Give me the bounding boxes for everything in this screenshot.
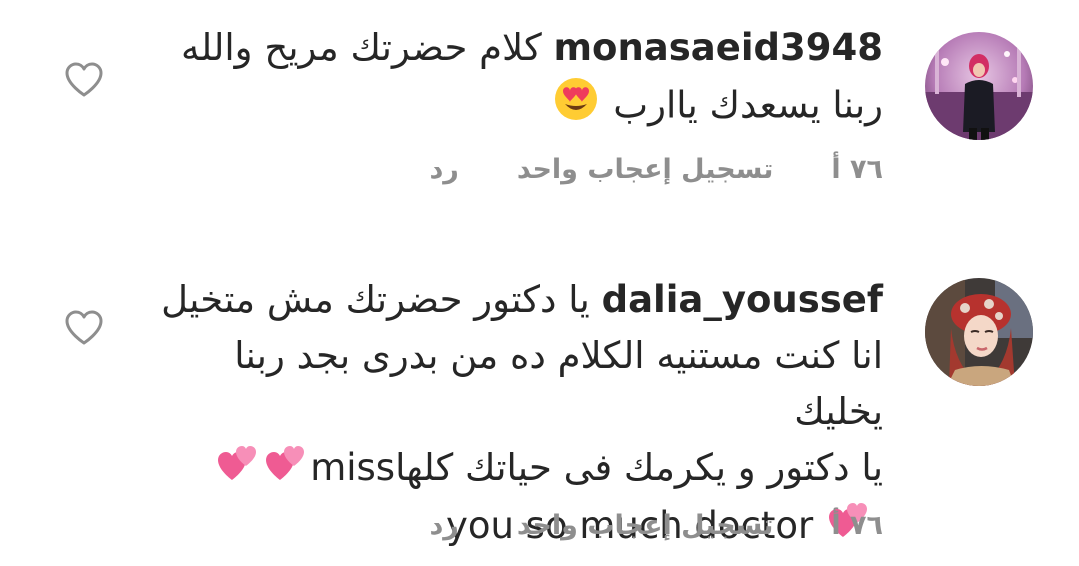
reply-button[interactable]: رد [429,510,458,541]
like-count-link[interactable]: تسجيل إعجاب واحد [517,510,774,541]
comment-time: ٧٦ أ [831,510,883,541]
avatar-image [925,32,1033,140]
comment-username[interactable]: dalia_youssef [602,278,883,321]
comment-username[interactable]: monasaeid3948 [553,26,883,69]
comment-2: dalia_youssef يا دكتور حضرتك مش متخيل ان… [0,262,1079,562]
comment-body: monasaeid3948 كلام حضرتك مريح والله ربنا… [143,20,883,138]
comment-text-line-2: انا كنت مستنيه الكلام ده من بدرى بجد ربن… [234,334,883,433]
heart-outline-icon[interactable] [64,62,104,98]
comment-text-line-3: يا دكتور و يكرمك فى حياتك كلها [395,446,883,489]
two-hearts-emoji-icon [264,442,308,498]
avatar[interactable] [925,278,1033,386]
two-hearts-emoji-icon [216,442,260,498]
comment-text-english-1: miss [310,446,396,489]
comment-actions: ٧٦ أ تسجيل إعجاب واحد رد [429,510,883,541]
avatar-image [925,278,1033,386]
heart-outline-icon[interactable] [64,310,104,346]
avatar[interactable] [925,32,1033,140]
comment-text-line-1: يا دكتور حضرتك مش متخيل [161,278,590,321]
comment-1: monasaeid3948 كلام حضرتك مريح والله ربنا… [0,0,1079,200]
like-count-link[interactable]: تسجيل إعجاب واحد [517,154,774,185]
reply-button[interactable]: رد [429,154,458,185]
comment-actions: ٧٦ أ تسجيل إعجاب واحد رد [429,154,883,185]
comment-time: ٧٦ أ [831,154,883,185]
heart-eyes-emoji-icon [553,76,599,138]
